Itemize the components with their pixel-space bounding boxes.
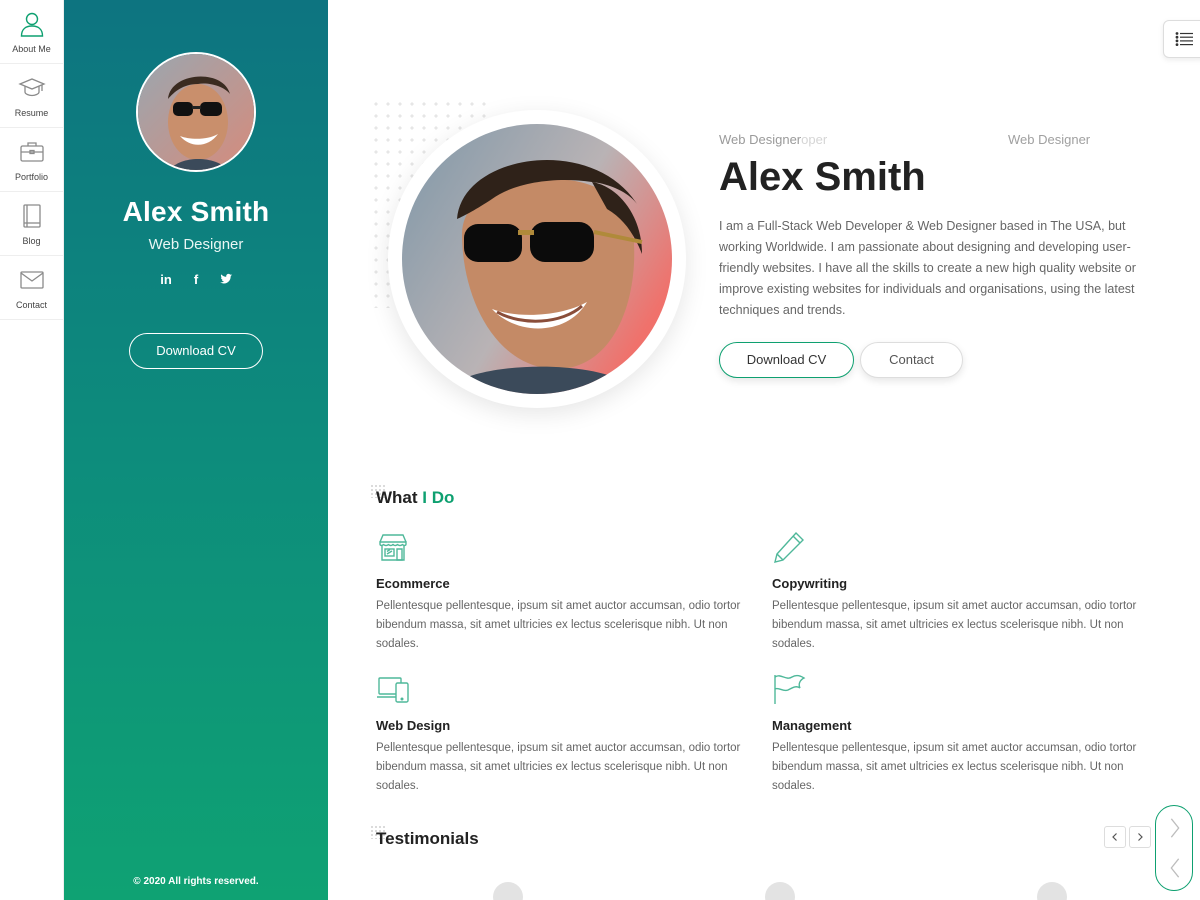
service-ecommerce: Ecommerce Pellentesque pellentesque, ips… (376, 530, 756, 654)
testimonial-avatar (765, 882, 795, 900)
service-text: Pellentesque pellentesque, ipsum sit ame… (376, 600, 741, 650)
testimonials-prev-button[interactable] (1104, 826, 1126, 848)
testimonial-avatar (1037, 882, 1067, 900)
nav-item-blog[interactable]: Blog (0, 192, 63, 256)
nav-item-about-me[interactable]: About Me (0, 0, 63, 64)
services-title-accent: I Do (422, 488, 455, 507)
nav-label: Blog (22, 235, 41, 246)
briefcase-icon (19, 141, 44, 162)
typed-role: Web Designeroper (719, 132, 827, 147)
service-title: Management (772, 718, 852, 733)
sidebar-download-cv-button[interactable]: Download CV (129, 333, 263, 369)
services-title: What I Do (376, 488, 454, 508)
devices-icon (377, 677, 409, 703)
testimonials-title: Testimonials (376, 829, 479, 848)
avatar (136, 52, 256, 172)
hero-name: Alex Smith (719, 155, 926, 199)
service-title: Web Design (376, 718, 451, 733)
service-web-design: Web Design Pellentesque pellentesque, ip… (376, 672, 756, 796)
avatar-photo (138, 54, 254, 170)
chevron-left-icon (1170, 858, 1180, 878)
service-text: Pellentesque pellentesque, ipsum sit ame… (772, 600, 1137, 650)
typed-role-secondary: Web Designer (1008, 132, 1091, 147)
nav-item-portfolio[interactable]: Portfolio (0, 128, 63, 192)
service-copywriting: Copywriting Pellentesque pellentesque, i… (772, 530, 1152, 654)
linkedin-icon[interactable]: in (159, 272, 173, 288)
services-title-main: What (376, 488, 418, 507)
facebook-icon[interactable]: f (189, 272, 203, 288)
nav-label: Portfolio (14, 171, 49, 182)
service-text: Pellentesque pellentesque, ipsum sit ame… (772, 742, 1137, 792)
twitter-bird-icon (220, 273, 233, 284)
service-management: Management Pellentesque pellentesque, ip… (772, 672, 1152, 796)
profile-sidebar: Alex Smith Web Designer in f Download CV… (64, 0, 328, 900)
copyright: © 2020 All rights reserved. (133, 876, 259, 887)
page-navigation (1155, 805, 1193, 891)
chevron-right-icon (1138, 833, 1143, 841)
hero-bio: I am a Full-Stack Web Developer & Web De… (719, 219, 1136, 317)
typed-role-text: Web Designer (719, 132, 802, 147)
service-text: Pellentesque pellentesque, ipsum sit ame… (376, 742, 741, 792)
profile-name: Alex Smith (122, 196, 270, 227)
prev-page-button[interactable] (1164, 856, 1186, 880)
twitter-icon[interactable] (219, 272, 233, 288)
service-title: Ecommerce (376, 576, 450, 591)
hero-portrait (402, 124, 672, 394)
chevron-left-icon (1112, 833, 1117, 841)
download-cv-button[interactable]: Download CV (719, 342, 854, 378)
nav-label: About Me (12, 43, 51, 54)
menu-button[interactable] (1163, 20, 1200, 58)
book-icon (22, 203, 41, 228)
social-links: in f (64, 272, 328, 288)
list-menu-icon (1175, 32, 1193, 47)
typed-role-ghost: oper (801, 132, 828, 147)
profile-role: Web Designer (148, 236, 244, 253)
pencil-icon (774, 531, 804, 563)
chevron-right-icon (1170, 818, 1180, 838)
graduation-cap-icon (17, 77, 46, 96)
contact-button[interactable]: Contact (860, 342, 963, 378)
testimonials-next-button[interactable] (1129, 826, 1151, 848)
nav-item-resume[interactable]: Resume (0, 64, 63, 128)
nav-label: Resume (14, 107, 49, 118)
user-icon (20, 12, 43, 37)
store-icon (379, 534, 407, 561)
hero-photo (402, 124, 672, 394)
flag-icon (774, 674, 806, 704)
testimonial-avatar (493, 882, 523, 900)
envelope-icon (19, 270, 44, 289)
next-page-button[interactable] (1164, 816, 1186, 840)
nav-item-contact[interactable]: Contact (0, 256, 63, 320)
nav-label: Contact (15, 299, 48, 310)
service-title: Copywriting (772, 576, 848, 591)
icon-nav: About Me Resume Portfolio Blog Contact (0, 0, 64, 900)
